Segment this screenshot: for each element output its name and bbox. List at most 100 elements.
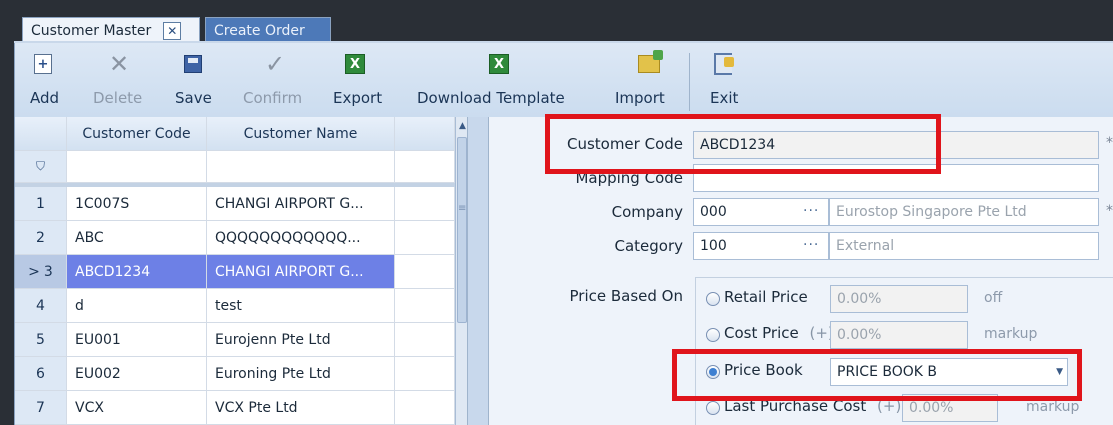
row-number: > 3 <box>15 255 67 288</box>
price-book-label[interactable]: Price Book <box>724 361 803 379</box>
price-book-selected-value: PRICE BOOK B <box>837 364 938 380</box>
mapping-code-label: Mapping Code <box>575 169 683 187</box>
table-row[interactable]: 7 VCX VCX Pte Ltd <box>15 391 455 425</box>
cost-price-label[interactable]: Cost Price (+) <box>724 324 834 342</box>
table-row-selected[interactable]: > 3 ABCD1234 CHANGI AIRPORT G... <box>15 255 455 289</box>
exit-label: Exit <box>710 89 739 107</box>
delete-label: Delete <box>93 89 143 107</box>
excel-icon: X <box>489 54 509 74</box>
customer-name-cell[interactable]: QQQQQQQQQQQQ... <box>207 221 395 254</box>
retail-price-radio[interactable] <box>706 292 720 306</box>
add-icon: + <box>34 54 52 74</box>
last-purchase-cost-percent-field: 0.00% <box>902 394 998 422</box>
customer-code-label: Customer Code <box>566 135 683 153</box>
price-book-radio[interactable] <box>706 365 720 379</box>
retail-price-label[interactable]: Retail Price <box>724 288 808 306</box>
category-lookup-button[interactable]: ··· <box>803 237 819 253</box>
row-number: 5 <box>15 323 67 356</box>
import-button[interactable]: Import <box>611 43 673 117</box>
table-row[interactable]: 5 EU001 Eurojenn Pte Ltd <box>15 323 455 357</box>
customer-code-cell[interactable]: ABCD1234 <box>67 255 207 288</box>
customer-code-field[interactable]: ABCD1234 <box>693 131 1099 159</box>
category-name-field: External <box>829 232 1099 260</box>
delete-icon: ✕ <box>108 50 130 78</box>
add-button[interactable]: + Add <box>21 43 61 117</box>
last-purchase-cost-radio[interactable] <box>706 401 720 415</box>
download-template-button[interactable]: X Download Template <box>415 43 590 117</box>
customer-name-cell[interactable]: Eurojenn Pte Ltd <box>207 323 395 356</box>
table-row[interactable]: 4 d test <box>15 289 455 323</box>
company-name-field: Eurostop Singapore Pte Ltd <box>829 198 1099 226</box>
column-header-customer-name[interactable]: Customer Name <box>207 117 395 150</box>
row-number: 4 <box>15 289 67 322</box>
grid-filter-row: ⛉ <box>15 151 455 183</box>
exit-button[interactable]: Exit <box>705 43 745 117</box>
delete-button[interactable]: ✕ Delete <box>89 43 149 117</box>
confirm-icon: ✓ <box>264 50 286 78</box>
price-option-group: Retail Price 0.00% off Cost Price (+) 0.… <box>695 277 1113 425</box>
confirm-button[interactable]: ✓ Confirm <box>239 43 313 117</box>
cost-price-radio[interactable] <box>706 328 720 342</box>
customer-code-cell[interactable]: EU001 <box>67 323 207 356</box>
retail-price-suffix: off <box>984 290 1003 306</box>
customer-code-cell[interactable]: EU002 <box>67 357 207 390</box>
dropdown-arrow-icon[interactable]: ▼ <box>1056 367 1063 377</box>
scrollbar-thumb[interactable] <box>457 137 467 323</box>
customer-code-cell[interactable]: d <box>67 289 207 322</box>
import-label: Import <box>615 89 665 107</box>
empty-cell <box>395 187 455 220</box>
company-lookup-button[interactable]: ··· <box>803 203 819 219</box>
column-header-empty <box>395 117 455 150</box>
customer-name-cell[interactable]: Euroning Pte Ltd <box>207 357 395 390</box>
filter-icon[interactable]: ⛉ <box>15 151 67 182</box>
required-marker: * <box>1106 135 1113 151</box>
price-book-select[interactable]: PRICE BOOK B ▼ <box>830 358 1068 386</box>
column-header-customer-code[interactable]: Customer Code <box>67 117 207 150</box>
toolbar: + Add ✕ Delete Save ✓ Confirm X Export X… <box>14 43 1113 117</box>
add-label: Add <box>30 89 60 107</box>
row-number: 6 <box>15 357 67 390</box>
category-label: Category <box>614 237 683 255</box>
retail-price-percent-field: 0.00% <box>830 285 968 313</box>
tab-label: Create Order <box>214 22 305 39</box>
filter-customer-code-input[interactable] <box>67 151 207 182</box>
filter-empty-cell <box>395 151 455 182</box>
download-template-label: Download Template <box>417 89 565 107</box>
current-row-marker: > <box>28 263 40 280</box>
row-indicator-header <box>15 117 67 150</box>
customer-name-cell[interactable]: CHANGI AIRPORT G... <box>207 255 395 288</box>
row-number-text: 3 <box>43 263 53 280</box>
import-icon <box>638 50 663 73</box>
empty-cell <box>395 255 455 288</box>
scrollbar-grip-icon: ≡ <box>458 203 467 214</box>
cost-price-text: Cost Price <box>724 324 799 342</box>
save-icon <box>184 55 202 73</box>
table-row[interactable]: 1 1C007S CHANGI AIRPORT G... <box>15 187 455 221</box>
customer-code-cell[interactable]: ABC <box>67 221 207 254</box>
empty-cell <box>395 289 455 322</box>
empty-cell <box>395 323 455 356</box>
export-button[interactable]: X Export <box>331 43 391 117</box>
customer-grid: Customer Code Customer Name ⛉ 1 1C007S C… <box>14 117 468 425</box>
last-purchase-cost-label[interactable]: Last Purchase Cost (+) <box>724 397 901 415</box>
company-label: Company <box>611 203 683 221</box>
panel-splitter[interactable] <box>467 117 489 425</box>
table-row[interactable]: 2 ABC QQQQQQQQQQQQ... <box>15 221 455 255</box>
customer-code-cell[interactable]: 1C007S <box>67 187 207 220</box>
mapping-code-field[interactable] <box>693 164 1099 192</box>
export-label: Export <box>333 89 383 107</box>
required-marker: * <box>1106 203 1113 219</box>
confirm-label: Confirm <box>243 89 303 107</box>
customer-name-cell[interactable]: VCX Pte Ltd <box>207 391 395 424</box>
row-number: 1 <box>15 187 67 220</box>
close-icon[interactable]: ✕ <box>163 21 182 40</box>
customer-name-cell[interactable]: test <box>207 289 395 322</box>
filter-customer-name-input[interactable] <box>207 151 395 182</box>
tab-create-order[interactable]: Create Order <box>205 17 331 43</box>
customer-code-cell[interactable]: VCX <box>67 391 207 424</box>
save-button[interactable]: Save <box>171 43 217 117</box>
tab-customer-master[interactable]: Customer Master ✕ <box>22 17 200 43</box>
customer-name-cell[interactable]: CHANGI AIRPORT G... <box>207 187 395 220</box>
table-row[interactable]: 6 EU002 Euroning Pte Ltd <box>15 357 455 391</box>
last-purchase-cost-plus: (+) <box>877 397 902 415</box>
